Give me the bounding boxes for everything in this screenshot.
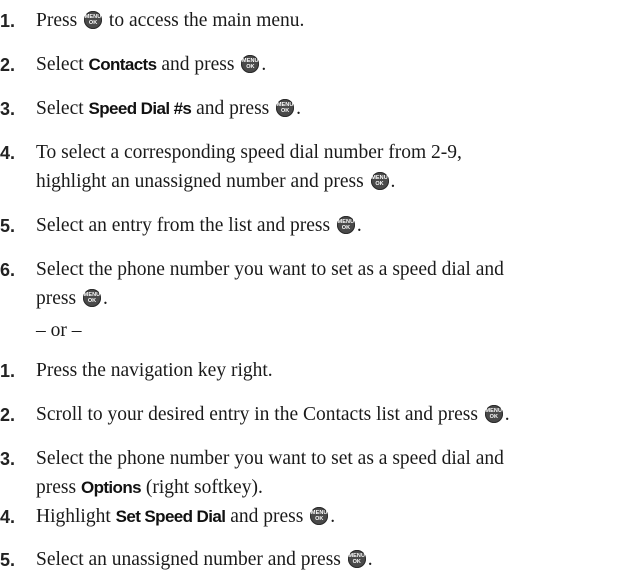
bold-term: Options xyxy=(80,478,142,497)
menu-ok-key-icon: MENU OK xyxy=(336,216,355,234)
step-number: 1. xyxy=(0,361,16,381)
step-number: 3. xyxy=(0,99,16,119)
step-text: To select a corresponding speed dial num… xyxy=(36,142,462,192)
step-text: Select an entry from the list and press … xyxy=(36,215,362,236)
step-number: 2. xyxy=(0,405,16,425)
step-number: 6. xyxy=(0,260,16,280)
step-number: 5. xyxy=(0,550,16,570)
bold-term: Set Speed Dial xyxy=(115,507,226,526)
step-number: 1. xyxy=(0,11,16,31)
step-number: 2. xyxy=(0,55,16,75)
bold-term: Contacts xyxy=(88,55,158,74)
step-text: Select the phone number you want to set … xyxy=(36,448,504,498)
or-separator: – or – xyxy=(36,320,82,341)
menu-ok-key-icon: MENU OK xyxy=(370,172,389,190)
step-text: Press MENU OK to access the main menu. xyxy=(36,10,305,31)
menu-ok-key-icon: MENU OK xyxy=(82,289,101,307)
step-text: Highlight Set Speed Dial and press MENU O… xyxy=(36,506,336,527)
menu-ok-key-icon: MENU OK xyxy=(347,550,366,568)
menu-ok-key-icon: MENU OK xyxy=(276,99,295,117)
step-number: 4. xyxy=(0,143,16,163)
step-number: 3. xyxy=(0,449,16,469)
menu-ok-key-icon: MENU OK xyxy=(241,55,260,73)
step-text: Select Speed Dial #s and press MENU OK. xyxy=(36,98,302,119)
step-number: 4. xyxy=(0,507,16,527)
step-text: Press the navigation key right. xyxy=(36,360,273,381)
menu-ok-key-icon: MENU OK xyxy=(310,507,329,525)
menu-ok-key-icon: MENU OK xyxy=(484,405,503,423)
menu-ok-key-icon: MENU OK xyxy=(84,11,103,29)
bold-term: Speed Dial #s xyxy=(88,99,192,118)
step-text: Scroll to your desired entry in the Cont… xyxy=(36,404,510,425)
instruction-page: 1. Press MENU OK to access the main menu.… xyxy=(0,0,639,587)
step-text: Select an unassigned number and press ME… xyxy=(36,549,373,570)
step-number: 5. xyxy=(0,216,16,236)
step-text: Select the phone number you want to set … xyxy=(36,259,504,309)
step-text: Select Contacts and press MENU OK. xyxy=(36,54,267,75)
